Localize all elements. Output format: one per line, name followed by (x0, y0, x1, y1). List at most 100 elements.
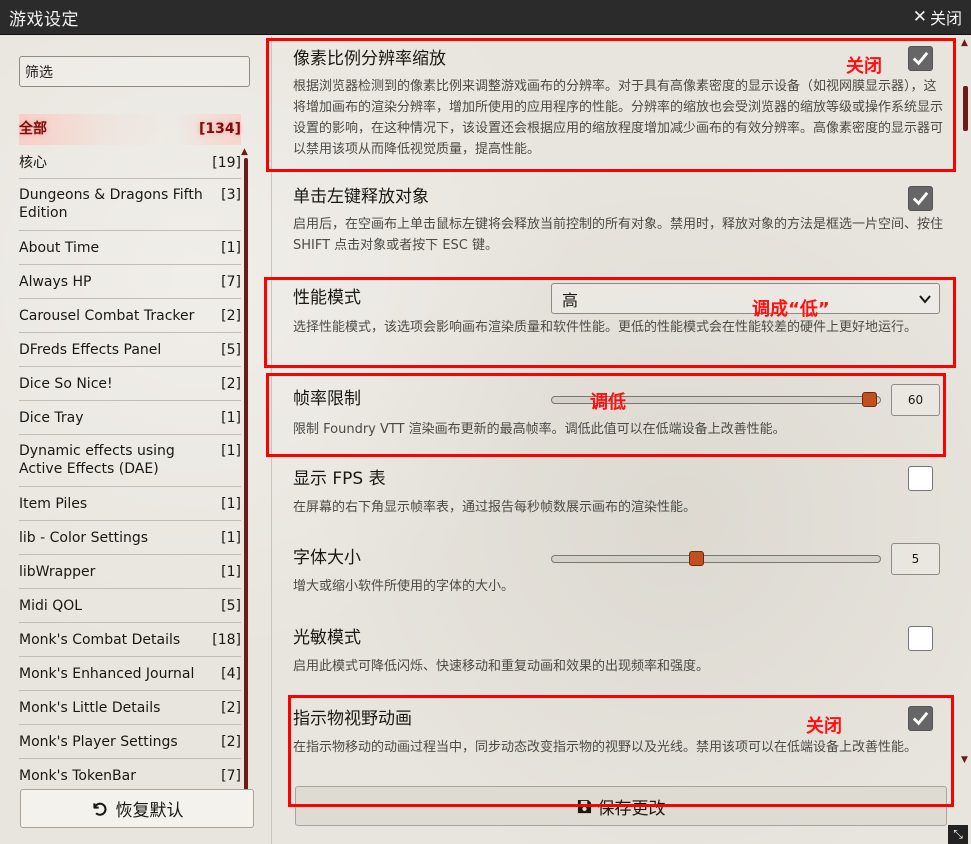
show-fps-checkbox[interactable] (908, 466, 933, 491)
font-size-slider-thumb[interactable] (688, 551, 704, 566)
category-item[interactable]: Monk's Player Settings [2] (19, 725, 241, 759)
category-name: 全部 (19, 121, 47, 137)
category-item[interactable]: 核心 [19] (19, 145, 241, 179)
category-count: [5] (221, 342, 241, 358)
category-count: [1] (221, 530, 241, 546)
category-count: [2] (221, 734, 241, 750)
category-name: Midi QOL (19, 598, 83, 614)
annotation-close-2: 关闭 (806, 716, 842, 737)
photosensitive-checkbox[interactable] (908, 626, 933, 651)
category-name: Monk's Player Settings (19, 734, 178, 750)
font-size-slider-track[interactable] (551, 555, 881, 563)
setting-description: 增大或缩小软件所使用的字体的大小。 (293, 579, 515, 594)
category-item[interactable]: Monk's TokenBar [7] (19, 759, 241, 793)
annotation-lower: 调低 (590, 392, 626, 413)
resize-handle-icon[interactable]: ⤡ (948, 825, 968, 844)
setting-title: 指示物视野动画 (293, 709, 412, 729)
pixel-ratio-checkbox[interactable] (908, 46, 933, 71)
setting-description: 限制 Foundry VTT 渲染画布更新的最高帧率。调低此值可以在低端设备上改… (293, 422, 786, 437)
category-name: Dice Tray (19, 410, 84, 426)
setting-title: 光敏模式 (293, 628, 361, 648)
setting-left-click-release: 单击左键释放对象 启用后，在空画布上单击鼠标左键将会释放当前控制的所有对象。禁用… (293, 186, 943, 256)
category-count: [1] (221, 564, 241, 580)
category-count: [19] (212, 155, 241, 171)
window-title: 游戏设定 (9, 9, 79, 30)
vision-animation-checkbox[interactable] (908, 706, 933, 731)
category-name: 核心 (19, 155, 47, 171)
setting-description: 根据浏览器检测到的像素比例来调整游戏画布的分辨率。对于具有高像素密度的显示设备（… (293, 79, 944, 157)
category-item[interactable]: Monk's Enhanced Journal [4] (19, 657, 241, 691)
category-item[interactable]: Dungeons & Dragons Fifth Edition [3] (19, 179, 241, 231)
setting-vision-animation: 指示物视野动画 在指示物移动的动画过程当中，同步动态改变指示物的视野以及光线。禁… (293, 708, 943, 758)
category-count: [1] (221, 496, 241, 512)
checkmark-icon (912, 711, 929, 726)
category-item[interactable]: Always HP [7] (19, 265, 241, 299)
category-item[interactable]: Midi QOL [5] (19, 589, 241, 623)
setting-description: 选择性能模式，该选项会影响画布渲染质量和软件性能。更低的性能模式会在性能较差的硬… (293, 320, 918, 335)
category-name: Always HP (19, 274, 92, 290)
setting-photosensitive: 光敏模式 启用此模式可降低闪烁、快速移动和重复动画和效果的出现频率和强度。 (293, 627, 943, 677)
annotation-set-low: 调成“低” (752, 299, 830, 320)
category-item[interactable]: DFreds Effects Panel [5] (19, 333, 241, 367)
chevron-down-icon (919, 294, 931, 304)
setting-description: 启用后，在空画布上单击鼠标左键将会释放当前控制的所有对象。禁用时，释放对象的方法… (293, 217, 944, 253)
setting-title: 单击左键释放对象 (293, 187, 429, 207)
category-name: Dynamic effects using Active Effects (DA… (19, 443, 175, 477)
scroll-up-arrow-icon[interactable]: ▲ (961, 38, 968, 48)
category-sidebar: 筛选 全部 [134] 核心 [19] Dungeons & Dragons F… (0, 36, 272, 844)
category-item[interactable]: lib - Color Settings [1] (19, 521, 241, 555)
scroll-down-arrow-icon[interactable]: ▼ (961, 755, 968, 765)
category-item[interactable]: Monk's Combat Details [18] (19, 623, 241, 657)
close-label: 关闭 (929, 9, 962, 28)
save-icon (577, 799, 591, 813)
filter-placeholder: 筛选 (25, 65, 53, 81)
category-item[interactable]: Item Piles [1] (19, 487, 241, 521)
sidebar-scrollbar[interactable] (244, 158, 248, 816)
save-label: 保存更改 (597, 798, 666, 819)
category-item-all[interactable]: 全部 [134] (19, 114, 241, 145)
category-name: Monk's TokenBar (19, 768, 136, 784)
category-item[interactable]: Dice So Nice! [2] (19, 367, 241, 401)
left-click-release-checkbox[interactable] (908, 186, 933, 211)
scroll-up-arrow-icon[interactable]: ▲ (241, 147, 248, 157)
category-item[interactable]: Dice Tray [1] (19, 401, 241, 435)
setting-title: 显示 FPS 表 (293, 469, 386, 489)
category-item[interactable]: libWrapper [1] (19, 555, 241, 589)
checkmark-icon (912, 51, 929, 66)
category-name: About Time (19, 240, 100, 256)
category-count: [1] (221, 240, 241, 256)
category-item[interactable]: Dynamic effects using Active Effects (DA… (19, 435, 241, 487)
checkmark-icon (912, 191, 929, 206)
filter-input[interactable]: 筛选 (19, 56, 250, 87)
reset-label: 恢复默认 (115, 801, 184, 821)
window-titlebar: 游戏设定 ✕ 关闭 (0, 0, 971, 35)
category-count: [18] (212, 632, 241, 648)
close-button[interactable]: ✕ 关闭 (913, 5, 962, 29)
category-name: lib - Color Settings (19, 530, 149, 546)
category-count: [2] (221, 700, 241, 716)
category-count: [134] (198, 121, 241, 137)
category-count: [2] (221, 308, 241, 324)
fps-value: 60 (907, 393, 924, 407)
setting-description: 在屏幕的右下角显示帧率表，通过报告每秒帧数展示画布的渲染性能。 (293, 500, 697, 515)
category-name: Monk's Combat Details (19, 632, 181, 648)
category-count: [3] (221, 187, 241, 203)
font-size-value-box: 5 (891, 543, 940, 575)
category-count: [7] (221, 768, 241, 784)
save-changes-button[interactable]: 保存更改 (295, 786, 947, 826)
performance-mode-select[interactable]: 高 (551, 283, 940, 314)
font-size-value: 5 (911, 552, 920, 566)
category-item[interactable]: Carousel Combat Tracker [2] (19, 299, 241, 333)
undo-icon (92, 802, 107, 816)
reset-defaults-button[interactable]: 恢复默认 (20, 789, 254, 828)
category-name: Item Piles (19, 496, 88, 512)
category-count: [2] (221, 376, 241, 392)
category-item[interactable]: Monk's Little Details [2] (19, 691, 241, 725)
category-name: Dungeons & Dragons Fifth Edition (19, 187, 203, 221)
category-count: [5] (221, 598, 241, 614)
settings-scrollbar[interactable] (963, 86, 968, 131)
setting-show-fps: 显示 FPS 表 在屏幕的右下角显示帧率表，通过报告每秒帧数展示画布的渲染性能。 (293, 468, 943, 518)
fps-slider-thumb[interactable] (862, 392, 877, 407)
category-item[interactable]: About Time [1] (19, 231, 241, 265)
category-name: libWrapper (19, 564, 96, 580)
